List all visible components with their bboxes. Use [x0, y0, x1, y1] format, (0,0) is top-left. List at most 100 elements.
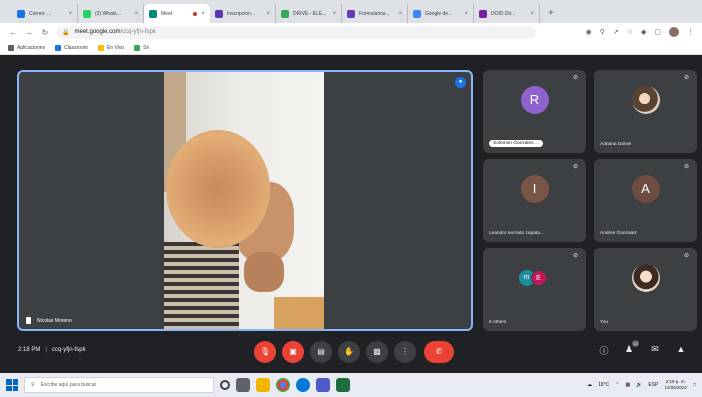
participant-tile[interactable]: ⊘ m E 6 others: [483, 248, 586, 331]
tab-favicon-icon: [347, 9, 355, 18]
people-count-badge: 13: [632, 340, 639, 347]
captions-button[interactable]: ▤: [310, 341, 332, 363]
participant-avatar: I: [520, 175, 549, 203]
hangup-icon: ✆: [435, 347, 443, 356]
browser-tab[interactable]: Inscripcion... ×: [210, 4, 276, 23]
bookmark-item[interactable]: En Vivo: [97, 44, 125, 51]
close-tab-icon[interactable]: ×: [266, 11, 270, 17]
captions-icon: ▤: [317, 347, 325, 356]
close-tab-icon[interactable]: ×: [332, 11, 336, 17]
sidebar-icon[interactable]: ▢: [654, 28, 661, 36]
volume-icon[interactable]: 🔊: [636, 382, 642, 388]
bookmark-item[interactable]: Aplicaciones: [8, 44, 46, 51]
weather-icon[interactable]: ☁: [587, 382, 592, 388]
camera-indicator-icon[interactable]: ◉: [586, 28, 592, 36]
new-tab-button[interactable]: +: [540, 4, 562, 23]
network-icon[interactable]: ▦: [625, 382, 630, 388]
key-icon[interactable]: ⚲: [600, 28, 605, 36]
people-button[interactable]: ♟ 13: [622, 340, 639, 355]
meeting-time: 2:18 PM: [18, 347, 41, 353]
url-host: meet.google.com: [74, 29, 121, 35]
excel-icon[interactable]: [336, 378, 350, 392]
browser-menu-icon[interactable]: ⋮: [687, 28, 694, 36]
windows-start-icon[interactable]: [6, 379, 18, 391]
file-explorer-icon[interactable]: [256, 378, 270, 392]
raise-hand-button[interactable]: ✋: [338, 341, 360, 363]
activities-button[interactable]: ▲: [674, 344, 688, 354]
reload-icon[interactable]: ↻: [40, 28, 50, 37]
close-tab-icon[interactable]: ×: [68, 11, 72, 17]
participant-name: Leandro serrado zapata...: [489, 231, 544, 236]
close-tab-icon[interactable]: ×: [201, 11, 205, 17]
participant-tile[interactable]: ⊘ A Andrés Gonzalez: [594, 159, 697, 242]
edge-icon[interactable]: [296, 378, 310, 392]
share-icon[interactable]: ↗: [613, 28, 619, 36]
browser-tab[interactable]: (3) Whats... ×: [78, 4, 144, 23]
browser-tab[interactable]: DOID Dir... ×: [474, 4, 540, 23]
tab-label: DOID Dir...: [491, 10, 516, 17]
extension-icons: ◉ ⚲ ↗ ☆ ◆ ▢ ⋮: [586, 27, 694, 37]
bookmark-star-icon[interactable]: ☆: [627, 28, 633, 36]
close-tab-icon[interactable]: ×: [464, 11, 468, 17]
browser-tab[interactable]: Formularios... ×: [342, 4, 408, 23]
tab-label: (3) Whats...: [95, 10, 121, 17]
pin-icon[interactable]: [26, 317, 31, 324]
close-tab-icon[interactable]: ×: [530, 11, 534, 17]
browser-tab[interactable]: Meet ×: [144, 4, 210, 23]
main-speaker-tile[interactable]: ● Nicolas Moreno: [17, 70, 473, 331]
bookmark-item[interactable]: Sii: [134, 44, 149, 51]
participant-mic-off-icon: ⊘: [683, 164, 689, 170]
tab-label: Inscripcion...: [227, 10, 256, 17]
profile-avatar[interactable]: [669, 27, 679, 37]
tab-label: Meet: [161, 10, 173, 17]
recording-indicator-icon: [193, 11, 198, 16]
back-icon[interactable]: ←: [8, 28, 18, 37]
bookmark-label: Aplicaciones: [17, 44, 46, 51]
forward-icon[interactable]: →: [24, 28, 34, 37]
taskbar-clock[interactable]: 2:18 p. m. 12/05/2022: [664, 379, 687, 391]
camera-toggle-button[interactable]: ▣: [282, 341, 304, 363]
tab-favicon-icon: [83, 9, 91, 18]
language-indicator[interactable]: ESP: [648, 382, 658, 388]
participant-tile[interactable]: ⊘ I Leandro serrado zapata...: [483, 159, 586, 242]
notifications-icon[interactable]: □: [693, 382, 696, 388]
tab-label: Google de...: [425, 10, 453, 17]
taskbar-search-input[interactable]: ⚲ Escribe aquí para buscar: [24, 377, 214, 393]
chrome-icon[interactable]: [276, 378, 290, 392]
close-tab-icon[interactable]: ×: [398, 11, 402, 17]
leave-call-button[interactable]: ✆: [424, 341, 454, 363]
tab-label: Formularios...: [359, 10, 390, 17]
task-view-icon[interactable]: [236, 378, 250, 392]
clock-date: 12/05/2022: [664, 385, 687, 390]
cortana-icon[interactable]: [220, 380, 230, 390]
browser-tab[interactable]: Correo: ... ×: [12, 4, 78, 23]
info-icon: ⓘ: [599, 346, 609, 356]
bookmark-label: En Vivo: [106, 44, 125, 51]
search-icon: ⚲: [31, 382, 35, 388]
teams-icon[interactable]: [316, 378, 330, 392]
others-avatars: mE: [518, 270, 551, 286]
bookmark-item[interactable]: Classroom: [55, 44, 88, 51]
participant-tile[interactable]: ⊘ You: [594, 248, 697, 331]
present-button[interactable]: ▩: [366, 341, 388, 363]
windows-taskbar: ⚲ Escribe aquí para buscar ☁ 18°C ⌃ ▦ 🔊 …: [0, 373, 702, 397]
participant-mic-off-icon: ⊘: [572, 75, 578, 81]
tray-chevron-icon[interactable]: ⌃: [615, 382, 619, 388]
tab-favicon-icon: [281, 9, 289, 18]
url-input[interactable]: 🔒 meet.google.com/ccq-yfjn-fspk: [56, 25, 536, 39]
chat-button[interactable]: ✉: [648, 344, 662, 355]
bookmarks-bar: Aplicaciones Classroom En Vivo Sii: [0, 41, 702, 55]
meeting-info-button[interactable]: ⓘ: [597, 344, 611, 357]
browser-tab[interactable]: DRIVE - ELE... ×: [276, 4, 342, 23]
participant-tile[interactable]: ⊘ R Solomon Gonzalez ...: [483, 70, 586, 153]
extensions-puzzle-icon[interactable]: ◆: [641, 28, 646, 36]
more-options-button[interactable]: ⋮: [394, 341, 416, 363]
browser-tab[interactable]: Google de... ×: [408, 4, 474, 23]
bookmark-icon: [97, 44, 104, 51]
mic-toggle-button[interactable]: 🎙: [254, 341, 276, 363]
close-tab-icon[interactable]: ×: [134, 11, 138, 17]
participant-tile[interactable]: ⊘ Adriana Daniel: [594, 70, 697, 153]
bookmark-icon: [134, 44, 141, 51]
participant-mic-off-icon: ⊘: [683, 253, 689, 259]
participant-mic-off-icon: ⊘: [683, 75, 689, 81]
